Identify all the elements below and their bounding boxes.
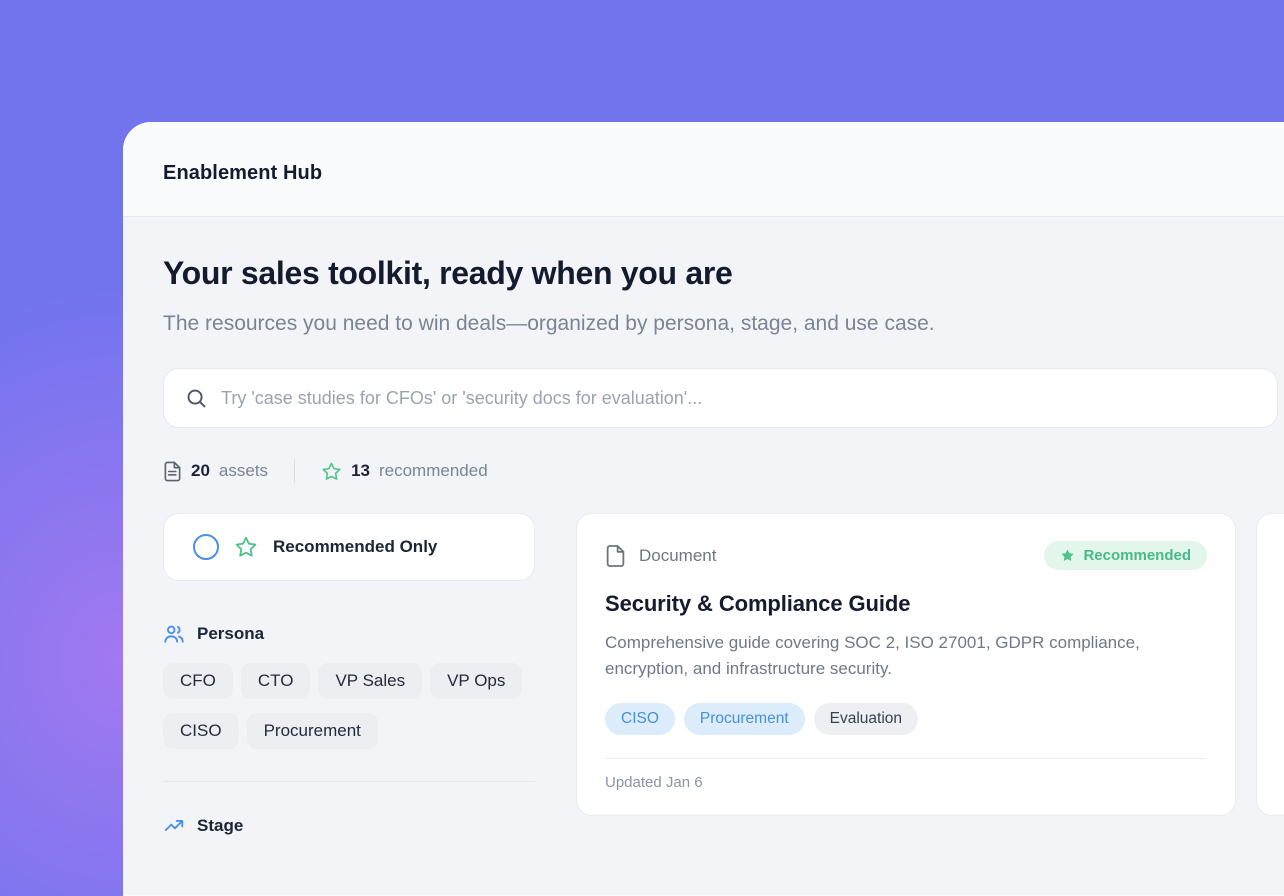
file-icon: [605, 544, 626, 568]
users-icon: [163, 623, 185, 645]
app-title: Enablement Hub: [163, 162, 322, 185]
document-icon: [163, 461, 182, 482]
recommended-badge-label: Recommended: [1083, 547, 1191, 564]
persona-chip-vp-ops[interactable]: VP Ops: [430, 663, 522, 699]
card-top: Document Recommended: [605, 541, 1207, 570]
recommended-only-label: Recommended Only: [273, 537, 437, 557]
persona-chip-procurement[interactable]: Procurement: [247, 713, 378, 749]
persona-chips: CFO CTO VP Sales VP Ops CISO Procurement: [163, 663, 535, 749]
persona-chip-ciso[interactable]: CISO: [163, 713, 239, 749]
persona-title: Persona: [197, 624, 264, 644]
stats-row: 20 assets 13 recommended: [163, 459, 1284, 483]
persona-chip-vp-sales[interactable]: VP Sales: [318, 663, 422, 699]
tag-ciso[interactable]: CISO: [605, 703, 675, 735]
filters-sidebar: Recommended Only Persona CFO: [163, 513, 535, 837]
card-description: Comprehensive guide covering SOC 2, ISO …: [605, 630, 1205, 683]
recommended-stat: 13 recommended: [321, 461, 488, 482]
search-bar[interactable]: [163, 368, 1278, 428]
card-type-label: Document: [639, 546, 716, 566]
assets-count: 20: [191, 461, 210, 481]
persona-chip-cfo[interactable]: CFO: [163, 663, 233, 699]
stats-divider: [294, 459, 295, 483]
card-divider: [605, 758, 1207, 759]
persona-chip-cto[interactable]: CTO: [241, 663, 311, 699]
assets-label: assets: [219, 461, 268, 481]
cards-row: Document Recommended Security & Complian…: [576, 513, 1284, 816]
search-input[interactable]: [221, 388, 1095, 409]
assets-stat: 20 assets: [163, 461, 268, 482]
stage-title: Stage: [197, 816, 243, 836]
star-icon: [234, 535, 258, 559]
recommended-count: 13: [351, 461, 370, 481]
card-tags: CISO Procurement Evaluation: [605, 703, 1207, 735]
page-subtitle: The resources you need to win deals—orga…: [163, 306, 983, 342]
star-icon: [321, 461, 342, 482]
trending-up-icon: [163, 815, 185, 837]
filters-divider: [163, 781, 535, 782]
asset-card[interactable]: Document Recommended Security & Complian…: [576, 513, 1236, 816]
main-panel: Enablement Hub Your sales toolkit, ready…: [123, 122, 1284, 896]
star-filled-icon: [1060, 548, 1075, 563]
main-row: Recommended Only Persona CFO: [163, 513, 1284, 837]
asset-card-partial[interactable]: [1256, 513, 1284, 816]
stage-header: Stage: [163, 815, 535, 837]
radio-circle-icon[interactable]: [193, 534, 219, 560]
persona-header: Persona: [163, 623, 535, 645]
page-title: Your sales toolkit, ready when you are: [163, 255, 1284, 292]
tag-procurement[interactable]: Procurement: [684, 703, 805, 735]
content-area: Your sales toolkit, ready when you are T…: [123, 217, 1284, 895]
recommended-badge: Recommended: [1044, 541, 1207, 570]
recommended-label: recommended: [379, 461, 488, 481]
tag-evaluation[interactable]: Evaluation: [814, 703, 918, 735]
recommended-only-toggle[interactable]: Recommended Only: [163, 513, 535, 581]
card-title[interactable]: Security & Compliance Guide: [605, 591, 1207, 617]
search-icon: [185, 387, 208, 410]
card-type: Document: [605, 544, 716, 568]
app-header: Enablement Hub: [123, 122, 1284, 217]
card-updated: Updated Jan 6: [605, 774, 1207, 791]
